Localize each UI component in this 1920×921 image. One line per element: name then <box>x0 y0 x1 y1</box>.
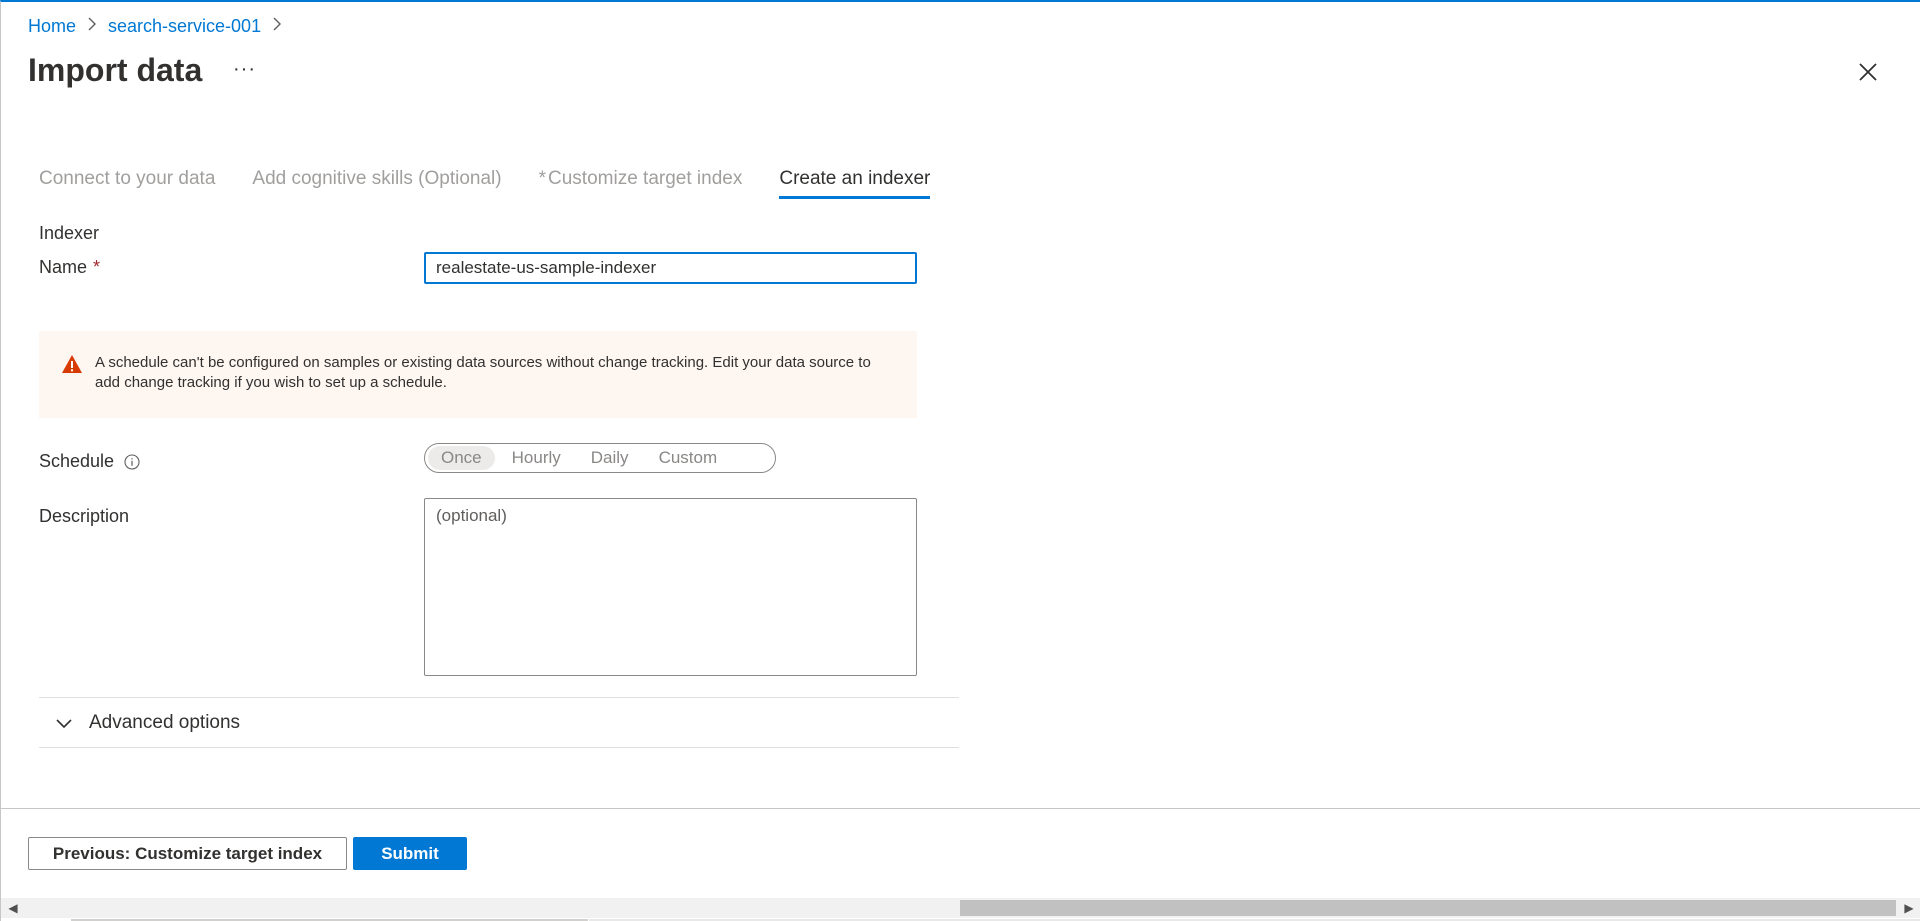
import-data-blade: Home search-service-001 Import data ··· … <box>0 0 1920 921</box>
wizard-tabs: Connect to your data Add cognitive skill… <box>39 168 967 199</box>
chevron-right-icon <box>82 17 102 36</box>
warning-icon <box>61 354 83 374</box>
tab-create-indexer[interactable]: Create an indexer <box>779 168 931 199</box>
scroll-left-arrow-icon[interactable]: ◀ <box>5 900 21 916</box>
schedule-option-once[interactable]: Once <box>428 446 495 470</box>
schedule-option-daily[interactable]: Daily <box>578 446 642 470</box>
advanced-options-label: Advanced options <box>89 711 241 733</box>
name-label: Name * <box>39 257 100 278</box>
tab-label: Customize target index <box>548 168 743 189</box>
tab-connect-data[interactable]: Connect to your data <box>39 168 215 199</box>
info-icon[interactable] <box>124 453 140 470</box>
required-marker: * <box>538 168 547 189</box>
advanced-options-toggle[interactable]: Advanced options <box>39 697 959 748</box>
description-label: Description <box>39 506 129 527</box>
section-title: Indexer <box>39 223 100 243</box>
tab-label: Connect to your data <box>39 168 216 189</box>
schedule-option-hourly[interactable]: Hourly <box>499 446 574 470</box>
tab-customize-index[interactable]: * Customize target index <box>539 168 743 199</box>
previous-button[interactable]: Previous: Customize target index <box>28 837 347 870</box>
scrollbar-thumb[interactable] <box>960 900 1896 916</box>
description-textarea[interactable] <box>424 498 917 676</box>
breadcrumb: Home search-service-001 <box>28 16 293 37</box>
close-icon[interactable] <box>1856 60 1880 84</box>
footer-divider <box>1 808 1920 809</box>
warning-banner: A schedule can't be configured on sample… <box>39 331 917 418</box>
page-title: Import data <box>28 52 203 88</box>
more-options-button[interactable]: ··· <box>233 58 256 81</box>
chevron-down-icon <box>54 713 74 733</box>
chevron-right-icon <box>267 17 287 36</box>
submit-button[interactable]: Submit <box>353 837 467 870</box>
schedule-option-custom[interactable]: Custom <box>646 446 731 470</box>
required-marker: * <box>93 257 101 277</box>
description-label-text: Description <box>39 506 130 526</box>
tab-cognitive-skills[interactable]: Add cognitive skills (Optional) <box>252 168 501 199</box>
breadcrumb-home-link[interactable]: Home <box>28 16 76 37</box>
scroll-right-arrow-icon[interactable]: ▶ <box>1901 900 1917 916</box>
tab-label: Create an indexer <box>779 168 931 189</box>
warning-text: A schedule can't be configured on sample… <box>95 354 871 391</box>
name-label-text: Name <box>39 257 88 277</box>
breadcrumb-service-link[interactable]: search-service-001 <box>108 16 261 37</box>
schedule-toggle-group: Once Hourly Daily Custom <box>424 443 776 473</box>
tab-label: Add cognitive skills (Optional) <box>252 168 502 189</box>
schedule-label: Schedule <box>39 451 140 472</box>
schedule-label-text: Schedule <box>39 451 115 471</box>
horizontal-scrollbar[interactable]: ◀ ▶ <box>1 898 1920 918</box>
indexer-name-input[interactable] <box>424 252 917 284</box>
